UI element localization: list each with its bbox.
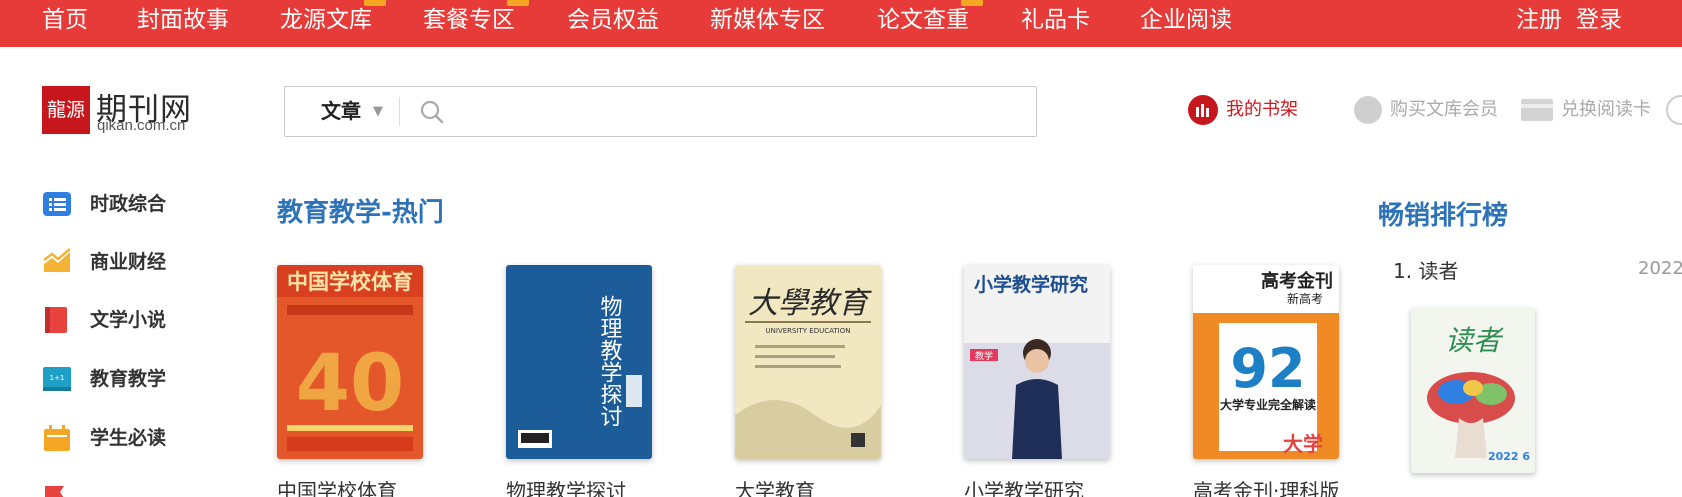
nav-member-benefits[interactable]: 会员权益 [567,0,659,47]
nav-package-zone[interactable]: 套餐专区 [423,0,529,47]
search-scope-select[interactable]: 文章 [321,87,361,136]
nav-label: 龙源文库 [280,7,372,33]
search-bar: 文章 ▼ [284,86,1037,137]
svg-text:UNIVERSITY EDUCATION: UNIVERSITY EDUCATION [766,327,851,335]
svg-text:高考金刊: 高考金刊 [1261,270,1333,292]
trend-chart-icon [43,248,71,272]
magazine-cover[interactable]: 大學教育 UNIVERSITY EDUCATION [735,265,881,459]
site-logo[interactable]: 龍源 期刊网 qikan.com.cn [42,86,192,136]
magazine-title[interactable]: 中国学校体育 [277,475,397,497]
bookshelf-icon [1188,95,1218,125]
svg-text:读者: 读者 [1445,324,1504,357]
sidebar-item-politics[interactable]: 时政综合 [42,188,202,224]
sidebar-item-student-reading[interactable]: 学生必读 [42,422,202,458]
list-icon [43,192,71,216]
ranking-magazine-cover[interactable]: 读者 2022 6 [1411,308,1535,473]
hot-badge-icon [961,0,983,6]
bestseller-ranking-title: 畅销排行榜 [1378,201,1509,231]
nav-home[interactable]: 首页 [42,0,88,47]
ranking-item-date: 2022 [1638,258,1682,279]
longyuan-seal-logo: 龍源 [42,86,90,134]
more-icon[interactable] [1666,95,1682,125]
svg-text:新高考: 新高考 [1287,291,1323,306]
svg-text:大学: 大学 [1283,432,1323,456]
redeem-card-link[interactable]: 兑换阅读卡 [1521,94,1651,126]
calendar-icon [44,425,70,451]
buy-membership-label: 购买文库会员 [1390,99,1498,120]
book-icon [45,307,67,333]
redeem-card-label: 兑换阅读卡 [1561,99,1651,120]
sidebar-item-education[interactable]: 1+1 教育教学 [42,363,202,399]
svg-text:小学教学研究: 小学教学研究 [974,273,1088,296]
nav-longyuan-library[interactable]: 龙源文库 [280,0,386,47]
sidebar-item-label: 学生必读 [90,427,167,449]
nav-label: 套餐专区 [423,7,515,33]
sidebar-item-more[interactable] [42,478,202,497]
my-bookshelf-label: 我的书架 [1226,99,1298,120]
magazine-cover[interactable]: 高考金刊 新高考 92 大学专业完全解读 大学 [1193,265,1339,459]
search-icon[interactable] [420,100,444,124]
nav-new-media[interactable]: 新媒体专区 [710,0,825,47]
svg-text:2022 6: 2022 6 [1488,450,1530,463]
search-input[interactable] [453,93,1013,130]
flag-icon [45,486,64,497]
magazine-cover[interactable]: 中国学校体育 40 [277,265,423,459]
svg-text:物理教学探讨: 物理教学探讨 [597,295,623,427]
magazine-title[interactable]: 高考金刊·理科版 [1193,475,1339,497]
magazine-title[interactable]: 大学教育 [735,475,815,497]
nav-enterprise-reading[interactable]: 企业阅读 [1140,0,1232,47]
sidebar-item-business[interactable]: 商业财经 [42,246,202,282]
hot-badge-icon [364,0,386,6]
sidebar-item-label: 商业财经 [90,251,167,273]
member-icon [1354,96,1382,124]
magazine-title[interactable]: 小学教学研究 [964,475,1084,497]
svg-text:中国学校体育: 中国学校体育 [287,269,413,294]
svg-text:教学: 教学 [975,350,993,362]
card-icon [1521,99,1553,121]
chevron-down-icon[interactable]: ▼ [373,87,383,136]
login-link[interactable]: 登录 [1576,0,1622,47]
svg-text:92: 92 [1230,337,1305,400]
classroom-icon: 1+1 [43,367,71,391]
sidebar-item-label: 教育教学 [90,368,167,390]
nav-gift-card[interactable]: 礼品卡 [1021,0,1090,47]
buy-membership-link[interactable]: 购买文库会员 [1354,94,1498,126]
svg-text:大学专业完全解读: 大学专业完全解读 [1220,397,1316,412]
hot-badge-icon [507,0,529,6]
magazine-title[interactable]: 物理教学探讨 [506,475,626,497]
sidebar-item-label: 文学小说 [90,309,167,331]
top-navigation-bar: 首页 封面故事 龙源文库 套餐专区 会员权益 新媒体专区 论文查重 礼品卡 企业… [0,0,1682,47]
magazine-cover[interactable]: 小学教学研究 教学 [964,265,1110,459]
logo-domain: qikan.com.cn [97,117,186,134]
register-link[interactable]: 注册 [1516,0,1562,47]
nav-label: 论文查重 [877,7,969,33]
sidebar-item-label: 时政综合 [90,193,167,215]
svg-text:40: 40 [296,339,405,429]
sidebar-item-literature[interactable]: 文学小说 [42,304,202,340]
magazine-cover[interactable]: 物理教学探讨 [506,265,652,459]
svg-text:大學教育: 大學教育 [748,286,872,321]
nav-plagiarism-check[interactable]: 论文查重 [877,0,983,47]
svg-text:1+1: 1+1 [50,374,65,382]
divider [399,97,400,126]
my-bookshelf-link[interactable]: 我的书架 [1188,94,1298,126]
section-title: 教育教学-热门 [277,198,444,228]
nav-cover-story[interactable]: 封面故事 [137,0,229,47]
ranking-item[interactable]: 1. 读者 [1393,255,1458,284]
